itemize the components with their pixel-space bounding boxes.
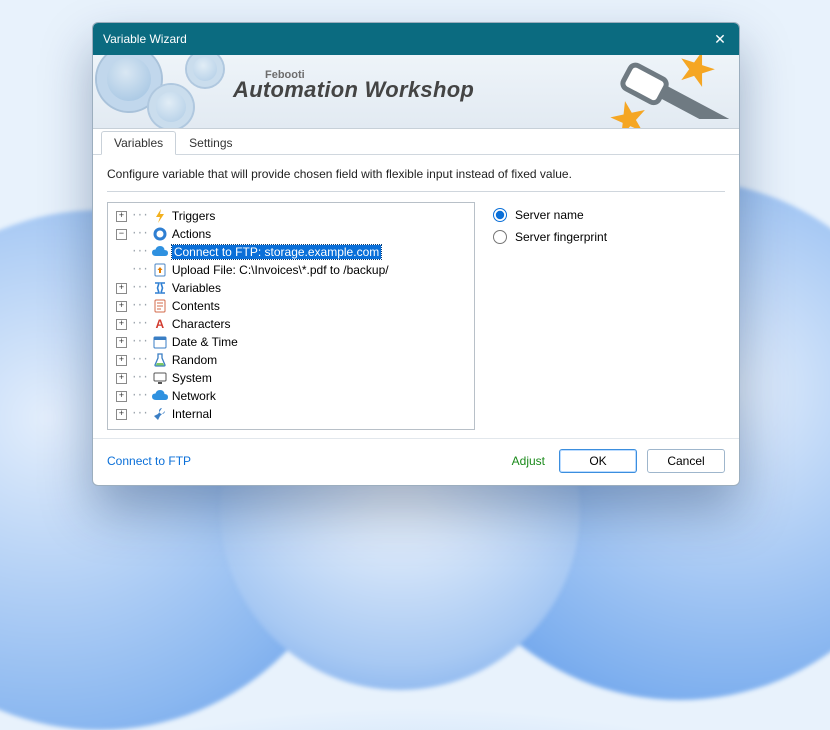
content-area: Configure variable that will provide cho… [93,155,739,438]
tree-label: Contents [172,299,220,313]
tree-node-contents[interactable]: +··· Contents [114,297,472,315]
window-title: Variable Wizard [103,32,187,46]
divider [107,191,725,192]
cancel-button[interactable]: Cancel [647,449,725,473]
expand-icon[interactable]: + [116,373,127,384]
dialog-footer: Connect to FTP Adjust OK Cancel [93,438,739,485]
tree-node-triggers[interactable]: + ··· Triggers [114,207,472,225]
expand-icon[interactable]: + [116,409,127,420]
tree-label: Random [172,353,217,367]
expand-icon[interactable]: + [116,355,127,366]
radio-label: Server fingerprint [515,230,607,244]
expand-icon[interactable]: + [116,301,127,312]
dialog-window: Variable Wizard ✕ ★ ★ Febooti Automation… [92,22,740,486]
expand-icon[interactable]: + [116,319,127,330]
tab-settings[interactable]: Settings [176,131,245,154]
variable-tree[interactable]: + ··· Triggers − ··· Actions [107,202,475,430]
adjust-link[interactable]: Adjust [512,454,545,468]
tree-node-network[interactable]: +··· Network [114,387,472,405]
tree-node-upload-file[interactable]: ··· Upload File: C:\Invoices\*.pdf to /b… [114,261,472,279]
cloud-icon [152,389,168,403]
tree-node-random[interactable]: +··· Random [114,351,472,369]
gear-small-icon [152,227,168,241]
radio-input[interactable] [493,208,507,222]
brand-title: Automation Workshop [233,77,474,103]
gear-icon [149,85,193,129]
cloud-icon [152,245,168,259]
file-up-icon [152,263,168,277]
tree-node-date-time[interactable]: +··· Date & Time [114,333,472,351]
collapse-icon[interactable]: − [116,229,127,240]
monitor-icon [152,371,168,385]
radio-input[interactable] [493,230,507,244]
bolt-icon [152,209,168,223]
radio-label: Server name [515,208,584,222]
tree-label: Internal [172,407,212,421]
tree-label: Date & Time [172,335,238,349]
tree-node-system[interactable]: +··· System [114,369,472,387]
tree-node-variables[interactable]: +··· Variables [114,279,472,297]
expand-icon[interactable]: + [116,211,127,222]
letter-icon: A [152,317,168,331]
tree-label: Characters [172,317,231,331]
titlebar[interactable]: Variable Wizard ✕ [93,23,739,55]
expand-icon[interactable]: + [116,337,127,348]
description-text: Configure variable that will provide cho… [107,167,725,181]
expand-icon[interactable]: + [116,391,127,402]
ok-button[interactable]: OK [559,449,637,473]
wrench-icon [152,407,168,421]
tree-label: Triggers [172,209,216,223]
banner: ★ ★ Febooti Automation Workshop [93,55,739,129]
context-link[interactable]: Connect to FTP [107,454,191,468]
variable-icon [152,281,168,295]
tree-label: Network [172,389,216,403]
wand-icon [599,59,729,119]
tab-variables[interactable]: Variables [101,131,176,155]
tabstrip: Variables Settings [93,129,739,155]
tree-label: Actions [172,227,211,241]
flask-icon [152,353,168,367]
gear-icon [187,55,223,87]
document-icon [152,299,168,313]
tree-label: Upload File: C:\Invoices\*.pdf to /backu… [172,263,389,277]
tree-node-actions[interactable]: − ··· Actions [114,225,472,243]
brand: Febooti Automation Workshop [233,69,474,103]
expand-icon[interactable]: + [116,283,127,294]
tree-label: Variables [172,281,221,295]
calendar-icon [152,335,168,349]
tree-node-internal[interactable]: +··· Internal [114,405,472,423]
close-icon[interactable]: ✕ [711,31,729,48]
tree-node-characters[interactable]: +··· A Characters [114,315,472,333]
radio-server-fingerprint[interactable]: Server fingerprint [493,226,725,248]
radio-group: Server name Server fingerprint [493,202,725,430]
tree-label: System [172,371,212,385]
radio-server-name[interactable]: Server name [493,204,725,226]
tree-node-connect-ftp[interactable]: ··· Connect to FTP: storage.example.com [114,243,472,261]
tree-label-selected: Connect to FTP: storage.example.com [172,245,381,259]
